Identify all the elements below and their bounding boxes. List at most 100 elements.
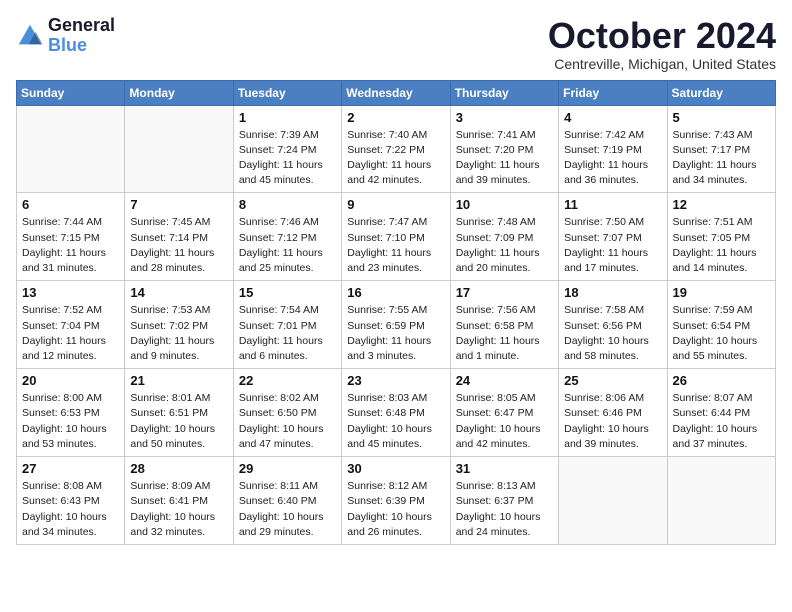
day-cell: 7Sunrise: 7:45 AMSunset: 7:14 PMDaylight… (125, 193, 233, 281)
day-info: Sunrise: 7:43 AMSunset: 7:17 PMDaylight:… (673, 128, 770, 189)
day-cell: 22Sunrise: 8:02 AMSunset: 6:50 PMDayligh… (233, 369, 341, 457)
day-info: Sunrise: 7:51 AMSunset: 7:05 PMDaylight:… (673, 215, 770, 276)
day-cell (125, 105, 233, 193)
day-info: Sunrise: 7:56 AMSunset: 6:58 PMDaylight:… (456, 303, 553, 364)
day-number: 21 (130, 373, 227, 388)
day-info: Sunrise: 7:48 AMSunset: 7:09 PMDaylight:… (456, 215, 553, 276)
day-number: 4 (564, 110, 661, 125)
day-number: 11 (564, 197, 661, 212)
day-cell: 20Sunrise: 8:00 AMSunset: 6:53 PMDayligh… (17, 369, 125, 457)
day-cell: 29 Sunrise: 8:11 AMSunset: 6:40 PMDayligh… (233, 457, 341, 545)
day-number: 18 (564, 285, 661, 300)
day-info: Sunrise: 8:07 AMSunset: 6:44 PMDaylight:… (673, 391, 770, 452)
day-cell (17, 105, 125, 193)
day-number: 12 (673, 197, 770, 212)
day-cell: 19 Sunrise: 7:59 AMSunset: 6:54 PMDayligh… (667, 281, 775, 369)
day-info: Sunrise: 8:02 AMSunset: 6:50 PMDaylight:… (239, 391, 336, 452)
day-number: 14 (130, 285, 227, 300)
logo-text-line2: Blue (48, 36, 115, 56)
day-cell: 5 Sunrise: 7:43 AMSunset: 7:17 PMDaylight… (667, 105, 775, 193)
day-cell: 10Sunrise: 7:48 AMSunset: 7:09 PMDayligh… (450, 193, 558, 281)
day-cell: 27 Sunrise: 8:08 AMSunset: 6:43 PMDayligh… (17, 457, 125, 545)
day-number: 25 (564, 373, 661, 388)
day-cell: 12 Sunrise: 7:51 AMSunset: 7:05 PMDayligh… (667, 193, 775, 281)
day-cell: 8 Sunrise: 7:46 AMSunset: 7:12 PMDaylight… (233, 193, 341, 281)
day-number: 17 (456, 285, 553, 300)
day-cell (559, 457, 667, 545)
page-header: General Blue October 2024 Centreville, M… (16, 16, 776, 72)
day-cell: 1 Sunrise: 7:39 AMSunset: 7:24 PMDaylight… (233, 105, 341, 193)
day-info: Sunrise: 8:00 AMSunset: 6:53 PMDaylight:… (22, 391, 119, 452)
day-info: Sunrise: 8:12 AMSunset: 6:39 PMDaylight:… (347, 479, 444, 540)
day-number: 5 (673, 110, 770, 125)
day-cell: 30 Sunrise: 8:12 AMSunset: 6:39 PMDayligh… (342, 457, 450, 545)
logo: General Blue (16, 16, 115, 56)
day-info: Sunrise: 7:40 AMSunset: 7:22 PMDaylight:… (347, 128, 444, 189)
day-info: Sunrise: 7:52 AMSunset: 7:04 PMDaylight:… (22, 303, 119, 364)
day-cell: 24 Sunrise: 8:05 AMSunset: 6:47 PMDayligh… (450, 369, 558, 457)
day-number: 31 (456, 461, 553, 476)
day-info: Sunrise: 8:08 AMSunset: 6:43 PMDaylight:… (22, 479, 119, 540)
day-cell: 16Sunrise: 7:55 AMSunset: 6:59 PMDayligh… (342, 281, 450, 369)
day-info: Sunrise: 7:59 AMSunset: 6:54 PMDaylight:… (673, 303, 770, 364)
day-number: 29 (239, 461, 336, 476)
week-row-1: 1 Sunrise: 7:39 AMSunset: 7:24 PMDaylight… (17, 105, 776, 193)
day-cell: 17 Sunrise: 7:56 AMSunset: 6:58 PMDayligh… (450, 281, 558, 369)
day-cell: 2 Sunrise: 7:40 AMSunset: 7:22 PMDaylight… (342, 105, 450, 193)
day-cell: 28Sunrise: 8:09 AMSunset: 6:41 PMDayligh… (125, 457, 233, 545)
day-number: 23 (347, 373, 444, 388)
day-cell: 14 Sunrise: 7:53 AMSunset: 7:02 PMDayligh… (125, 281, 233, 369)
week-row-3: 13 Sunrise: 7:52 AMSunset: 7:04 PMDayligh… (17, 281, 776, 369)
weekday-header-saturday: Saturday (667, 80, 775, 105)
day-number: 19 (673, 285, 770, 300)
day-cell: 6 Sunrise: 7:44 AMSunset: 7:15 PMDaylight… (17, 193, 125, 281)
day-number: 30 (347, 461, 444, 476)
day-info: Sunrise: 7:50 AMSunset: 7:07 PMDaylight:… (564, 215, 661, 276)
weekday-header-sunday: Sunday (17, 80, 125, 105)
day-number: 24 (456, 373, 553, 388)
day-cell: 3Sunrise: 7:41 AMSunset: 7:20 PMDaylight… (450, 105, 558, 193)
calendar-table: SundayMondayTuesdayWednesdayThursdayFrid… (16, 80, 776, 545)
day-info: Sunrise: 7:46 AMSunset: 7:12 PMDaylight:… (239, 215, 336, 276)
day-cell: 26Sunrise: 8:07 AMSunset: 6:44 PMDayligh… (667, 369, 775, 457)
day-info: Sunrise: 7:39 AMSunset: 7:24 PMDaylight:… (239, 128, 336, 189)
day-cell: 11 Sunrise: 7:50 AMSunset: 7:07 PMDayligh… (559, 193, 667, 281)
weekday-header-tuesday: Tuesday (233, 80, 341, 105)
day-cell: 18 Sunrise: 7:58 AMSunset: 6:56 PMDayligh… (559, 281, 667, 369)
day-cell: 13 Sunrise: 7:52 AMSunset: 7:04 PMDayligh… (17, 281, 125, 369)
day-cell: 15Sunrise: 7:54 AMSunset: 7:01 PMDayligh… (233, 281, 341, 369)
day-info: Sunrise: 7:45 AMSunset: 7:14 PMDaylight:… (130, 215, 227, 276)
day-info: Sunrise: 8:11 AMSunset: 6:40 PMDaylight:… (239, 479, 336, 540)
weekday-header-row: SundayMondayTuesdayWednesdayThursdayFrid… (17, 80, 776, 105)
day-cell: 21 Sunrise: 8:01 AMSunset: 6:51 PMDayligh… (125, 369, 233, 457)
title-block: October 2024 Centreville, Michigan, Unit… (548, 16, 776, 72)
weekday-header-wednesday: Wednesday (342, 80, 450, 105)
day-cell: 23 Sunrise: 8:03 AMSunset: 6:48 PMDayligh… (342, 369, 450, 457)
day-info: Sunrise: 7:41 AMSunset: 7:20 PMDaylight:… (456, 128, 553, 189)
day-number: 9 (347, 197, 444, 212)
location: Centreville, Michigan, United States (548, 56, 776, 72)
day-number: 2 (347, 110, 444, 125)
day-cell: 25Sunrise: 8:06 AMSunset: 6:46 PMDayligh… (559, 369, 667, 457)
week-row-5: 27 Sunrise: 8:08 AMSunset: 6:43 PMDayligh… (17, 457, 776, 545)
day-info: Sunrise: 8:01 AMSunset: 6:51 PMDaylight:… (130, 391, 227, 452)
day-number: 8 (239, 197, 336, 212)
weekday-header-friday: Friday (559, 80, 667, 105)
day-number: 6 (22, 197, 119, 212)
day-info: Sunrise: 7:44 AMSunset: 7:15 PMDaylight:… (22, 215, 119, 276)
day-info: Sunrise: 7:58 AMSunset: 6:56 PMDaylight:… (564, 303, 661, 364)
day-number: 1 (239, 110, 336, 125)
logo-text-line1: General (48, 16, 115, 36)
day-cell: 4 Sunrise: 7:42 AMSunset: 7:19 PMDaylight… (559, 105, 667, 193)
week-row-4: 20Sunrise: 8:00 AMSunset: 6:53 PMDayligh… (17, 369, 776, 457)
day-info: Sunrise: 7:42 AMSunset: 7:19 PMDaylight:… (564, 128, 661, 189)
day-info: Sunrise: 8:05 AMSunset: 6:47 PMDaylight:… (456, 391, 553, 452)
day-info: Sunrise: 7:54 AMSunset: 7:01 PMDaylight:… (239, 303, 336, 364)
day-info: Sunrise: 8:03 AMSunset: 6:48 PMDaylight:… (347, 391, 444, 452)
day-cell (667, 457, 775, 545)
day-number: 28 (130, 461, 227, 476)
day-number: 27 (22, 461, 119, 476)
logo-icon (16, 22, 44, 50)
day-info: Sunrise: 7:53 AMSunset: 7:02 PMDaylight:… (130, 303, 227, 364)
day-number: 13 (22, 285, 119, 300)
